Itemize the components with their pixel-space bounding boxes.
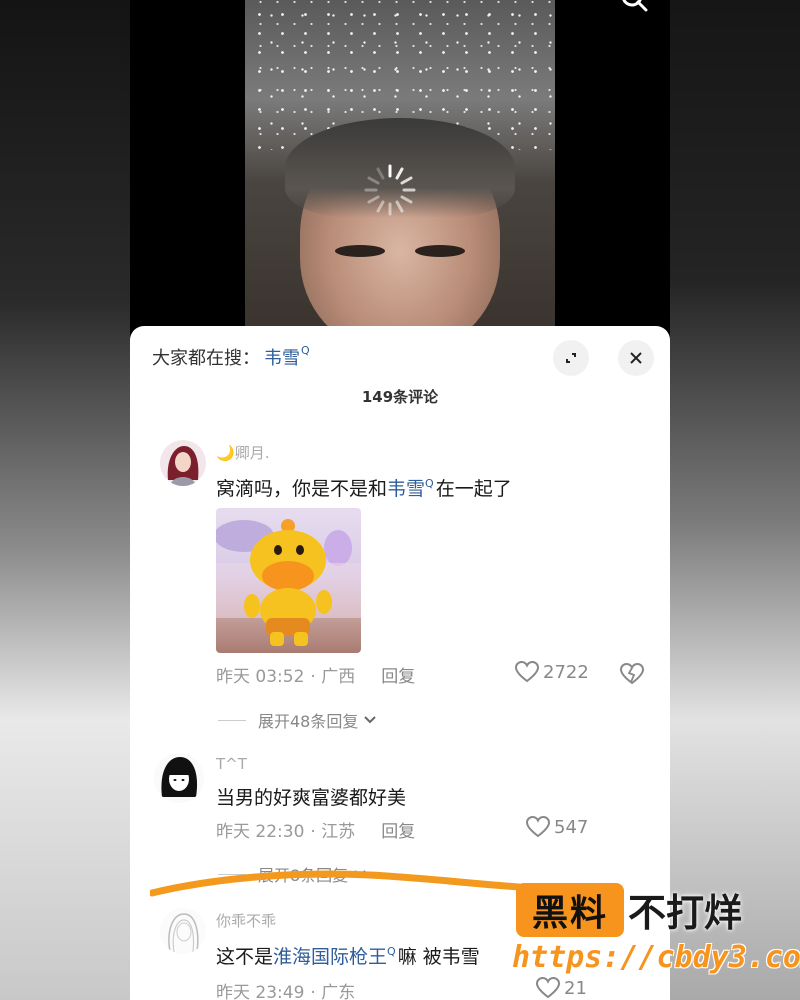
like-count: 547: [554, 816, 589, 838]
comment-text: 当男的好爽富婆都好美: [216, 787, 407, 809]
heart-icon: [526, 816, 550, 838]
divider-line: [218, 719, 246, 721]
reply-button[interactable]: 回复: [381, 662, 415, 687]
comment-username[interactable]: T^T: [216, 755, 247, 773]
watermark-text: 不打烊: [628, 891, 743, 935]
heart-icon: [536, 977, 560, 999]
expand-button[interactable]: [553, 340, 589, 376]
heart-icon: [515, 661, 539, 683]
right-eye: [415, 245, 465, 257]
sheet-header: 大家都在搜： 韦雪 Q: [130, 326, 670, 386]
loading-spinner-icon: [364, 164, 416, 216]
comment-username[interactable]: 🌙卿月.: [216, 442, 269, 463]
watermark-url: https://cbdy3.com: [512, 940, 800, 975]
comment-time: 昨天 23:49: [216, 983, 305, 1000]
comment-location: · 江苏: [310, 822, 356, 842]
keyword-search-icon: Q: [301, 343, 310, 357]
background-left: [0, 0, 130, 1000]
chevron-down-icon: [364, 716, 377, 724]
expand-replies[interactable]: 展开48条回复: [218, 708, 378, 732]
comment-count: 149条评论: [361, 388, 439, 406]
close-icon: [630, 352, 642, 364]
comment-meta: 昨天 22:30 · 江苏 回复: [216, 817, 415, 842]
watermark-badge: 黑料: [516, 883, 624, 937]
sticker-image[interactable]: [216, 508, 361, 653]
like-count: 21: [564, 977, 587, 999]
avatar[interactable]: [160, 440, 206, 486]
comment-meta: 昨天 03:52 · 广西 回复: [216, 662, 415, 687]
cartoon-cow-sticker: [216, 519, 361, 646]
like-button[interactable]: 2722: [515, 661, 589, 683]
keyword-search-icon: Q: [425, 477, 434, 490]
keyword-search-icon: Q: [387, 945, 396, 958]
left-eye: [335, 245, 385, 257]
phone-screen: 大家都在搜： 韦雪 Q 149条评论 🌙卿月. 窝滴吗，你是不是和韦雪Q 在一起…: [130, 0, 670, 1000]
comment-time: 昨天 22:30: [216, 822, 305, 842]
like-button[interactable]: 547: [526, 816, 588, 838]
hot-search-keyword[interactable]: 韦雪: [264, 344, 300, 370]
hot-search-prefix: 大家都在搜：: [152, 348, 260, 369]
background-right: [670, 0, 800, 1000]
avatar[interactable]: [154, 753, 204, 803]
orange-underline-mark: [150, 870, 550, 897]
comment-text: 这不是淮海国际枪王Q 嘛 被韦雪: [216, 945, 480, 968]
avatar[interactable]: [160, 908, 206, 954]
comment-username[interactable]: 你乖不乖: [216, 910, 276, 931]
close-button[interactable]: [618, 340, 654, 376]
video-frame: [245, 0, 555, 330]
hot-search[interactable]: 大家都在搜： 韦雪 Q: [152, 344, 310, 370]
comment-text: 窝滴吗，你是不是和韦雪Q 在一起了: [216, 477, 512, 500]
comment-keyword-link[interactable]: 淮海国际枪王: [273, 946, 387, 968]
comment-meta: 昨天 23:49 · 广东: [216, 978, 355, 1000]
comment-keyword-link[interactable]: 韦雪: [387, 478, 425, 500]
moon-icon: 🌙: [216, 444, 235, 462]
comment-location: · 广东: [310, 983, 356, 1000]
expand-icon: [566, 353, 576, 363]
like-button[interactable]: 21: [536, 977, 587, 999]
comment-time: 昨天 03:52: [216, 667, 305, 687]
like-count: 2722: [543, 661, 589, 683]
search-icon[interactable]: [620, 0, 650, 14]
video-player[interactable]: [130, 0, 670, 330]
dislike-icon[interactable]: [620, 663, 644, 685]
comment-location: · 广西: [310, 667, 356, 687]
reply-button[interactable]: 回复: [381, 817, 415, 842]
